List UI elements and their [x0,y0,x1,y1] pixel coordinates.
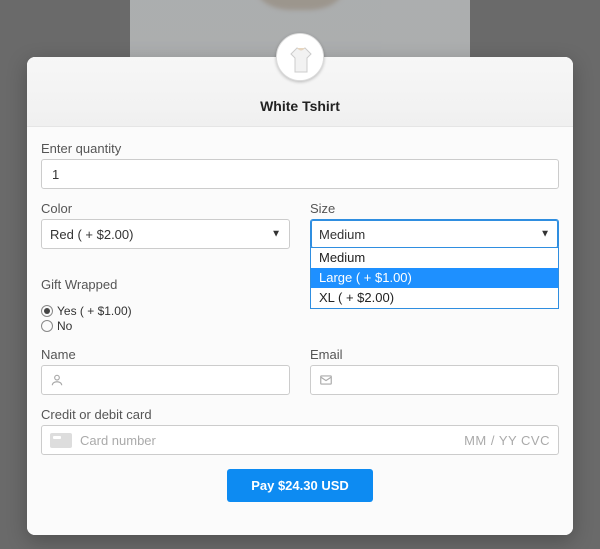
card-body: Enter quantity Color Red ( + $2.00) ▼ Si… [27,127,573,535]
dropdown-caret-icon: ▼ [540,229,550,240]
card-input[interactable]: Card number MM / YY CVC [41,425,559,455]
card-label: Credit or debit card [41,407,559,422]
color-select[interactable]: Red ( + $2.00) ▼ [41,219,290,249]
color-block: Color Red ( + $2.00) ▼ [41,201,290,249]
mail-icon [319,373,333,387]
size-option-medium[interactable]: Medium [311,248,558,268]
product-avatar [276,33,324,81]
size-selected-text: Medium [319,227,365,242]
size-option-xl[interactable]: XL ( + $2.00) [311,288,558,308]
email-block: Email [310,347,559,395]
size-label: Size [310,201,559,216]
email-label: Email [310,347,559,362]
credit-card-icon [50,433,72,448]
checkout-card: White Tshirt Enter quantity Color Red ( … [27,57,573,535]
quantity-input-field[interactable] [50,166,550,183]
gift-yes-label: Yes ( + $1.00) [57,304,132,318]
name-input-field[interactable] [70,372,281,389]
color-label: Color [41,201,290,216]
name-label: Name [41,347,290,362]
email-input-field[interactable] [339,372,550,389]
color-selected-text: Red ( + $2.00) [50,227,133,242]
radio-icon [41,320,53,332]
radio-icon [41,305,53,317]
size-option-large[interactable]: Large ( + $1.00) [311,268,558,288]
dropdown-caret-icon: ▼ [271,229,281,240]
quantity-label: Enter quantity [41,141,559,156]
card-hint: MM / YY CVC [464,433,550,448]
card-placeholder: Card number [80,433,156,448]
gift-no-option[interactable]: No [41,319,559,333]
size-select[interactable]: Medium ▼ Medium Large ( + $1.00) XL ( + … [310,219,559,249]
size-block: Size Medium ▼ Medium Large ( + $1.00) XL… [310,201,559,249]
card-header: White Tshirt [27,57,573,127]
name-input[interactable] [41,365,290,395]
size-dropdown[interactable]: Medium Large ( + $1.00) XL ( + $2.00) [310,247,559,309]
pay-button[interactable]: Pay $24.30 USD [227,469,373,502]
card-block: Credit or debit card Card number MM / YY… [41,407,559,455]
email-input[interactable] [310,365,559,395]
quantity-input[interactable] [41,159,559,189]
quantity-block: Enter quantity [41,141,559,189]
person-icon [50,373,64,387]
name-block: Name [41,347,290,395]
product-title: White Tshirt [260,98,340,114]
gift-no-label: No [57,319,72,333]
